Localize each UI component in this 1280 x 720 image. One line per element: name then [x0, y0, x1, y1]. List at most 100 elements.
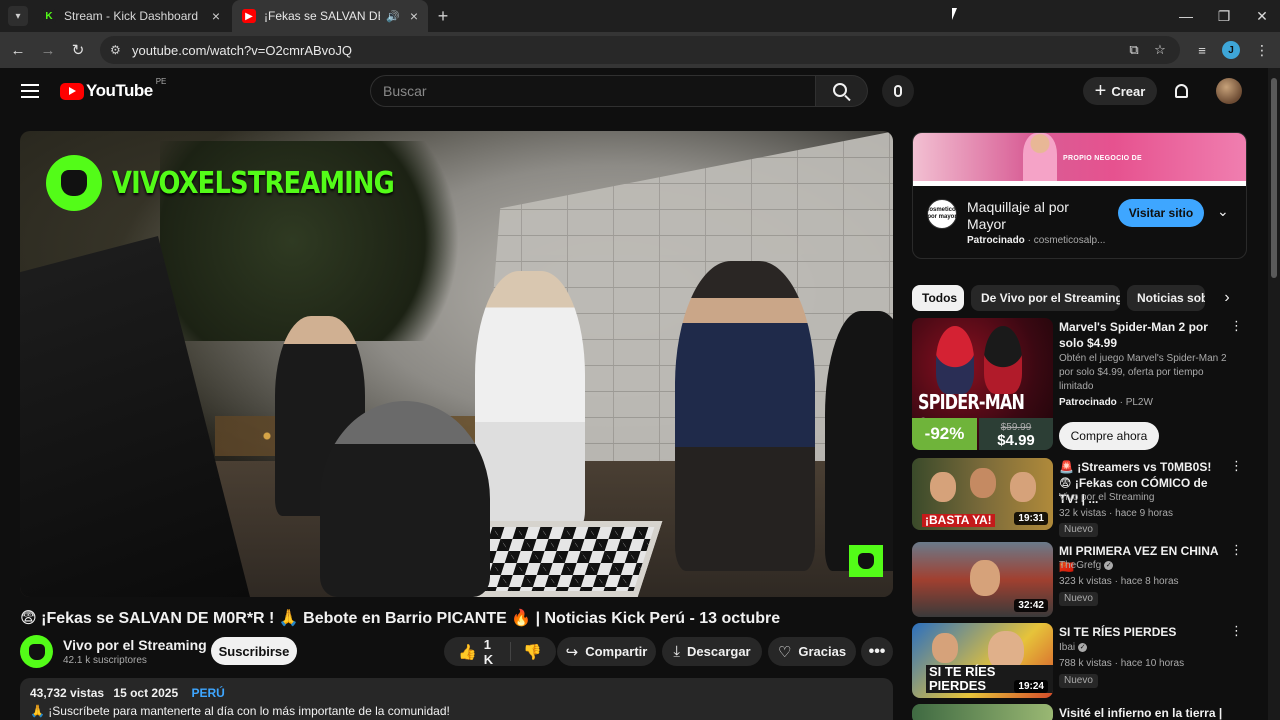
list-item[interactable]: 32:42 MI PRIMERA VEZ EN CHINA 🇨🇳 TheGref… — [912, 542, 1257, 620]
advertiser-name: PL2W — [1125, 397, 1153, 408]
video-duration: 19:24 — [1014, 680, 1048, 693]
ad-title[interactable]: Maquillaje al por Mayor — [967, 199, 1107, 233]
list-item[interactable]: SI TE RÍES PIERDES 19:24 SI TE RÍES PIER… — [912, 623, 1257, 701]
promoted-video-item[interactable]: SPIDER-MAN 2 -92% $59.99 $4.99 Marvel's … — [912, 318, 1257, 452]
channel-name[interactable]: TheGrefg ✓ — [1059, 560, 1114, 571]
youtube-logo[interactable]: YouTube PE — [60, 77, 166, 101]
channel-avatar[interactable] — [20, 635, 53, 668]
close-icon[interactable]: × — [410, 8, 418, 24]
video-thumbnail[interactable]: SI TE RÍES PIERDES 19:24 — [912, 623, 1053, 698]
chevron-right-icon[interactable]: › — [1214, 285, 1240, 311]
channel-branding-icon[interactable] — [849, 545, 883, 577]
maximize-icon[interactable]: ❐ — [1204, 0, 1244, 32]
more-vertical-icon[interactable]: ⋮ — [1230, 623, 1243, 641]
thanks-label: Gracias — [798, 644, 847, 659]
video-title[interactable]: SI TE RÍES PIERDES — [1059, 624, 1224, 640]
ad-sponsor-line: Patrocinado · cosmeticosalp... — [967, 235, 1106, 246]
video-title[interactable]: Marvel's Spider-Man 2 por solo $4.99 — [1059, 319, 1224, 351]
subscribe-button[interactable]: Suscribirse — [211, 637, 297, 665]
channel-name[interactable]: Ibai ✓ — [1059, 642, 1088, 653]
tab-search-button[interactable]: ▾ — [8, 6, 28, 26]
download-button[interactable]: ⤓ Descargar — [662, 637, 762, 666]
minimize-icon[interactable]: — — [1166, 0, 1206, 32]
video-thumbnail[interactable]: 32:42 — [912, 542, 1053, 617]
dislike-button[interactable]: 👎 — [511, 643, 556, 661]
download-label: Descargar — [687, 644, 751, 659]
more-vertical-icon[interactable]: ⋮ — [1230, 318, 1243, 336]
browser-profile-avatar[interactable]: J — [1222, 41, 1240, 59]
install-app-icon[interactable]: ⧉ — [1122, 38, 1146, 62]
voice-search-button[interactable] — [882, 75, 914, 107]
reload-icon[interactable]: ↻ — [66, 38, 90, 62]
share-button[interactable]: ↪ Compartir — [557, 637, 656, 666]
more-vertical-icon[interactable]: ⋮ — [1230, 458, 1243, 476]
chip-from-channel[interactable]: De Vivo por el Streaming — [971, 285, 1120, 311]
address-bar[interactable]: ⚙ youtube.com/watch?v=O2cmrABvoJQ — [100, 36, 1180, 64]
price-badge: $59.99 $4.99 — [979, 418, 1053, 450]
super-thanks-icon: ♡ — [777, 643, 792, 661]
watermark-text: VIVOXELSTREAMING — [112, 165, 395, 201]
create-label: Crear — [1111, 83, 1146, 99]
media-control-icon[interactable]: ≡ — [1190, 38, 1214, 62]
browser-menu-icon[interactable]: ⋮ — [1252, 38, 1272, 62]
hashtag-link[interactable]: PERÚ — [191, 686, 224, 700]
new-badge: Nuevo — [1059, 674, 1098, 688]
chip-news[interactable]: Noticias sob — [1127, 285, 1205, 311]
share-icon: ↪ — [565, 643, 579, 661]
chip-all[interactable]: Todos — [912, 285, 964, 311]
ad-banner-text: PROPIO NEGOCIO DE — [1063, 155, 1142, 162]
channel-name[interactable]: Vivo por el Streaming — [63, 637, 207, 653]
video-title: 😨 ¡Fekas se SALVAN DE M0R*R ! 🙏 Bebote e… — [20, 610, 781, 627]
site-settings-icon[interactable]: ⚙ — [110, 43, 128, 57]
thumbnail-text: ¡BASTA YA! — [922, 514, 995, 527]
new-tab-button[interactable]: + — [432, 5, 454, 27]
forward-arrow-icon[interactable]: → — [36, 38, 60, 62]
scrollbar-thumb[interactable] — [1271, 78, 1277, 278]
browser-tab-kick[interactable]: K Stream - Kick Dashboard × — [32, 0, 230, 32]
channel-name[interactable]: Vivo por el Streaming — [1059, 492, 1154, 503]
thanks-button[interactable]: ♡ Gracias — [768, 637, 856, 666]
tab-title: Stream - Kick Dashboard — [64, 9, 199, 23]
chevron-down-icon[interactable]: ⌄ — [1217, 203, 1229, 220]
list-item[interactable]: ¡BASTA YA! 19:31 🚨 ¡Streamers vs T0MB0S!… — [912, 458, 1257, 537]
description-box[interactable]: 43,732 vistas 15 oct 2025 PERÚ 🙏 ¡Suscrí… — [20, 678, 893, 720]
back-arrow-icon[interactable]: ← — [6, 38, 30, 62]
notifications-bell-icon[interactable] — [1170, 80, 1192, 102]
youtube-masthead: YouTube PE Buscar + Crear — [0, 68, 1268, 114]
video-player[interactable]: VIVOXELSTREAMING — [20, 131, 893, 597]
create-button[interactable]: + Crear — [1083, 77, 1157, 105]
more-actions-button[interactable]: ••• — [861, 637, 893, 666]
browser-tab-youtube[interactable]: ▶ ¡Fekas se SALVAN DE M 🔊 × — [232, 0, 428, 32]
menu-icon[interactable] — [20, 81, 40, 101]
channel-watermark: VIVOXELSTREAMING — [46, 155, 440, 211]
list-item[interactable]: Visité el infierno en la tierra | — [912, 704, 1257, 720]
sidebar-ad-card[interactable]: PROPIO NEGOCIO DE Cosmeticos por mayor M… — [912, 132, 1247, 259]
channel-logo-icon — [46, 155, 102, 211]
video-thumbnail[interactable]: ¡BASTA YA! 19:31 — [912, 458, 1053, 530]
subscriber-count: 42.1 k suscriptores — [63, 655, 147, 666]
bookmark-star-icon[interactable]: ☆ — [1148, 38, 1172, 62]
ad-banner-image[interactable]: PROPIO NEGOCIO DE — [913, 133, 1246, 186]
url-text[interactable]: youtube.com/watch?v=O2cmrABvoJQ — [132, 43, 352, 58]
advertiser-logo[interactable]: Cosmeticos por mayor — [925, 199, 959, 229]
more-vertical-icon[interactable]: ⋮ — [1230, 542, 1243, 560]
visit-site-button[interactable]: Visitar sitio — [1118, 199, 1204, 227]
video-title[interactable]: Visité el infierno en la tierra | — [1059, 705, 1224, 720]
kick-icon: K — [42, 9, 56, 23]
page-scrollbar[interactable] — [1268, 68, 1280, 720]
video-thumbnail[interactable]: SPIDER-MAN 2 -92% $59.99 $4.99 — [912, 318, 1053, 450]
search-input[interactable]: Buscar — [370, 75, 816, 107]
speaker-icon[interactable]: 🔊 — [386, 10, 400, 23]
video-thumbnail[interactable] — [912, 704, 1053, 720]
like-dislike-group: 👍 1 K 👎 — [444, 637, 556, 667]
buy-now-button[interactable]: Compre ahora — [1059, 422, 1159, 450]
ad-model-image — [1023, 133, 1057, 186]
verified-icon: ✓ — [1104, 560, 1114, 570]
search-button[interactable] — [816, 75, 868, 107]
close-window-icon[interactable]: ✕ — [1242, 0, 1280, 32]
video-meta: 788 k vistas · hace 10 horas — [1059, 658, 1185, 669]
close-icon[interactable]: × — [212, 8, 220, 24]
user-avatar[interactable] — [1216, 78, 1242, 104]
like-button[interactable]: 👍 1 K — [444, 637, 512, 667]
new-price: $4.99 — [997, 432, 1035, 449]
